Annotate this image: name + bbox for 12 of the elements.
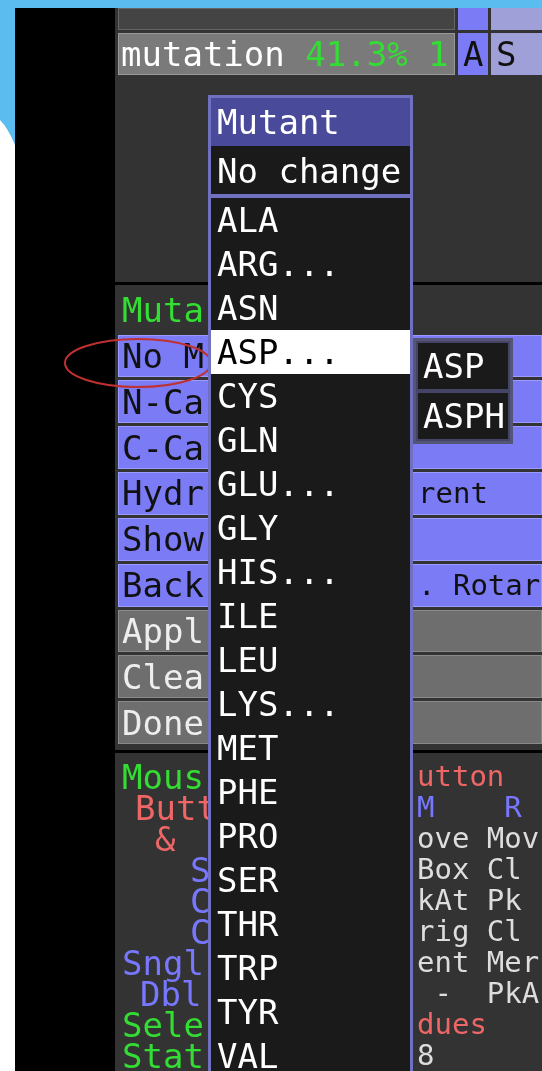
legend-text: M R (417, 793, 522, 823)
legend-text: - PkA (433, 979, 540, 1009)
legend-text: ent Mer (417, 948, 540, 978)
legend-text: 8 (417, 1041, 435, 1071)
legend-text: ove Mov (417, 824, 540, 854)
legend-text: rig Cl (417, 917, 522, 947)
legend-text: utton (417, 762, 505, 792)
menu-title: Mutant (211, 98, 410, 146)
legend-text: dues (417, 1010, 487, 1040)
legend-text: kAt Pk (417, 886, 522, 916)
legend-text: Box Cl (417, 855, 522, 885)
wizard-title: Muta (122, 292, 204, 327)
